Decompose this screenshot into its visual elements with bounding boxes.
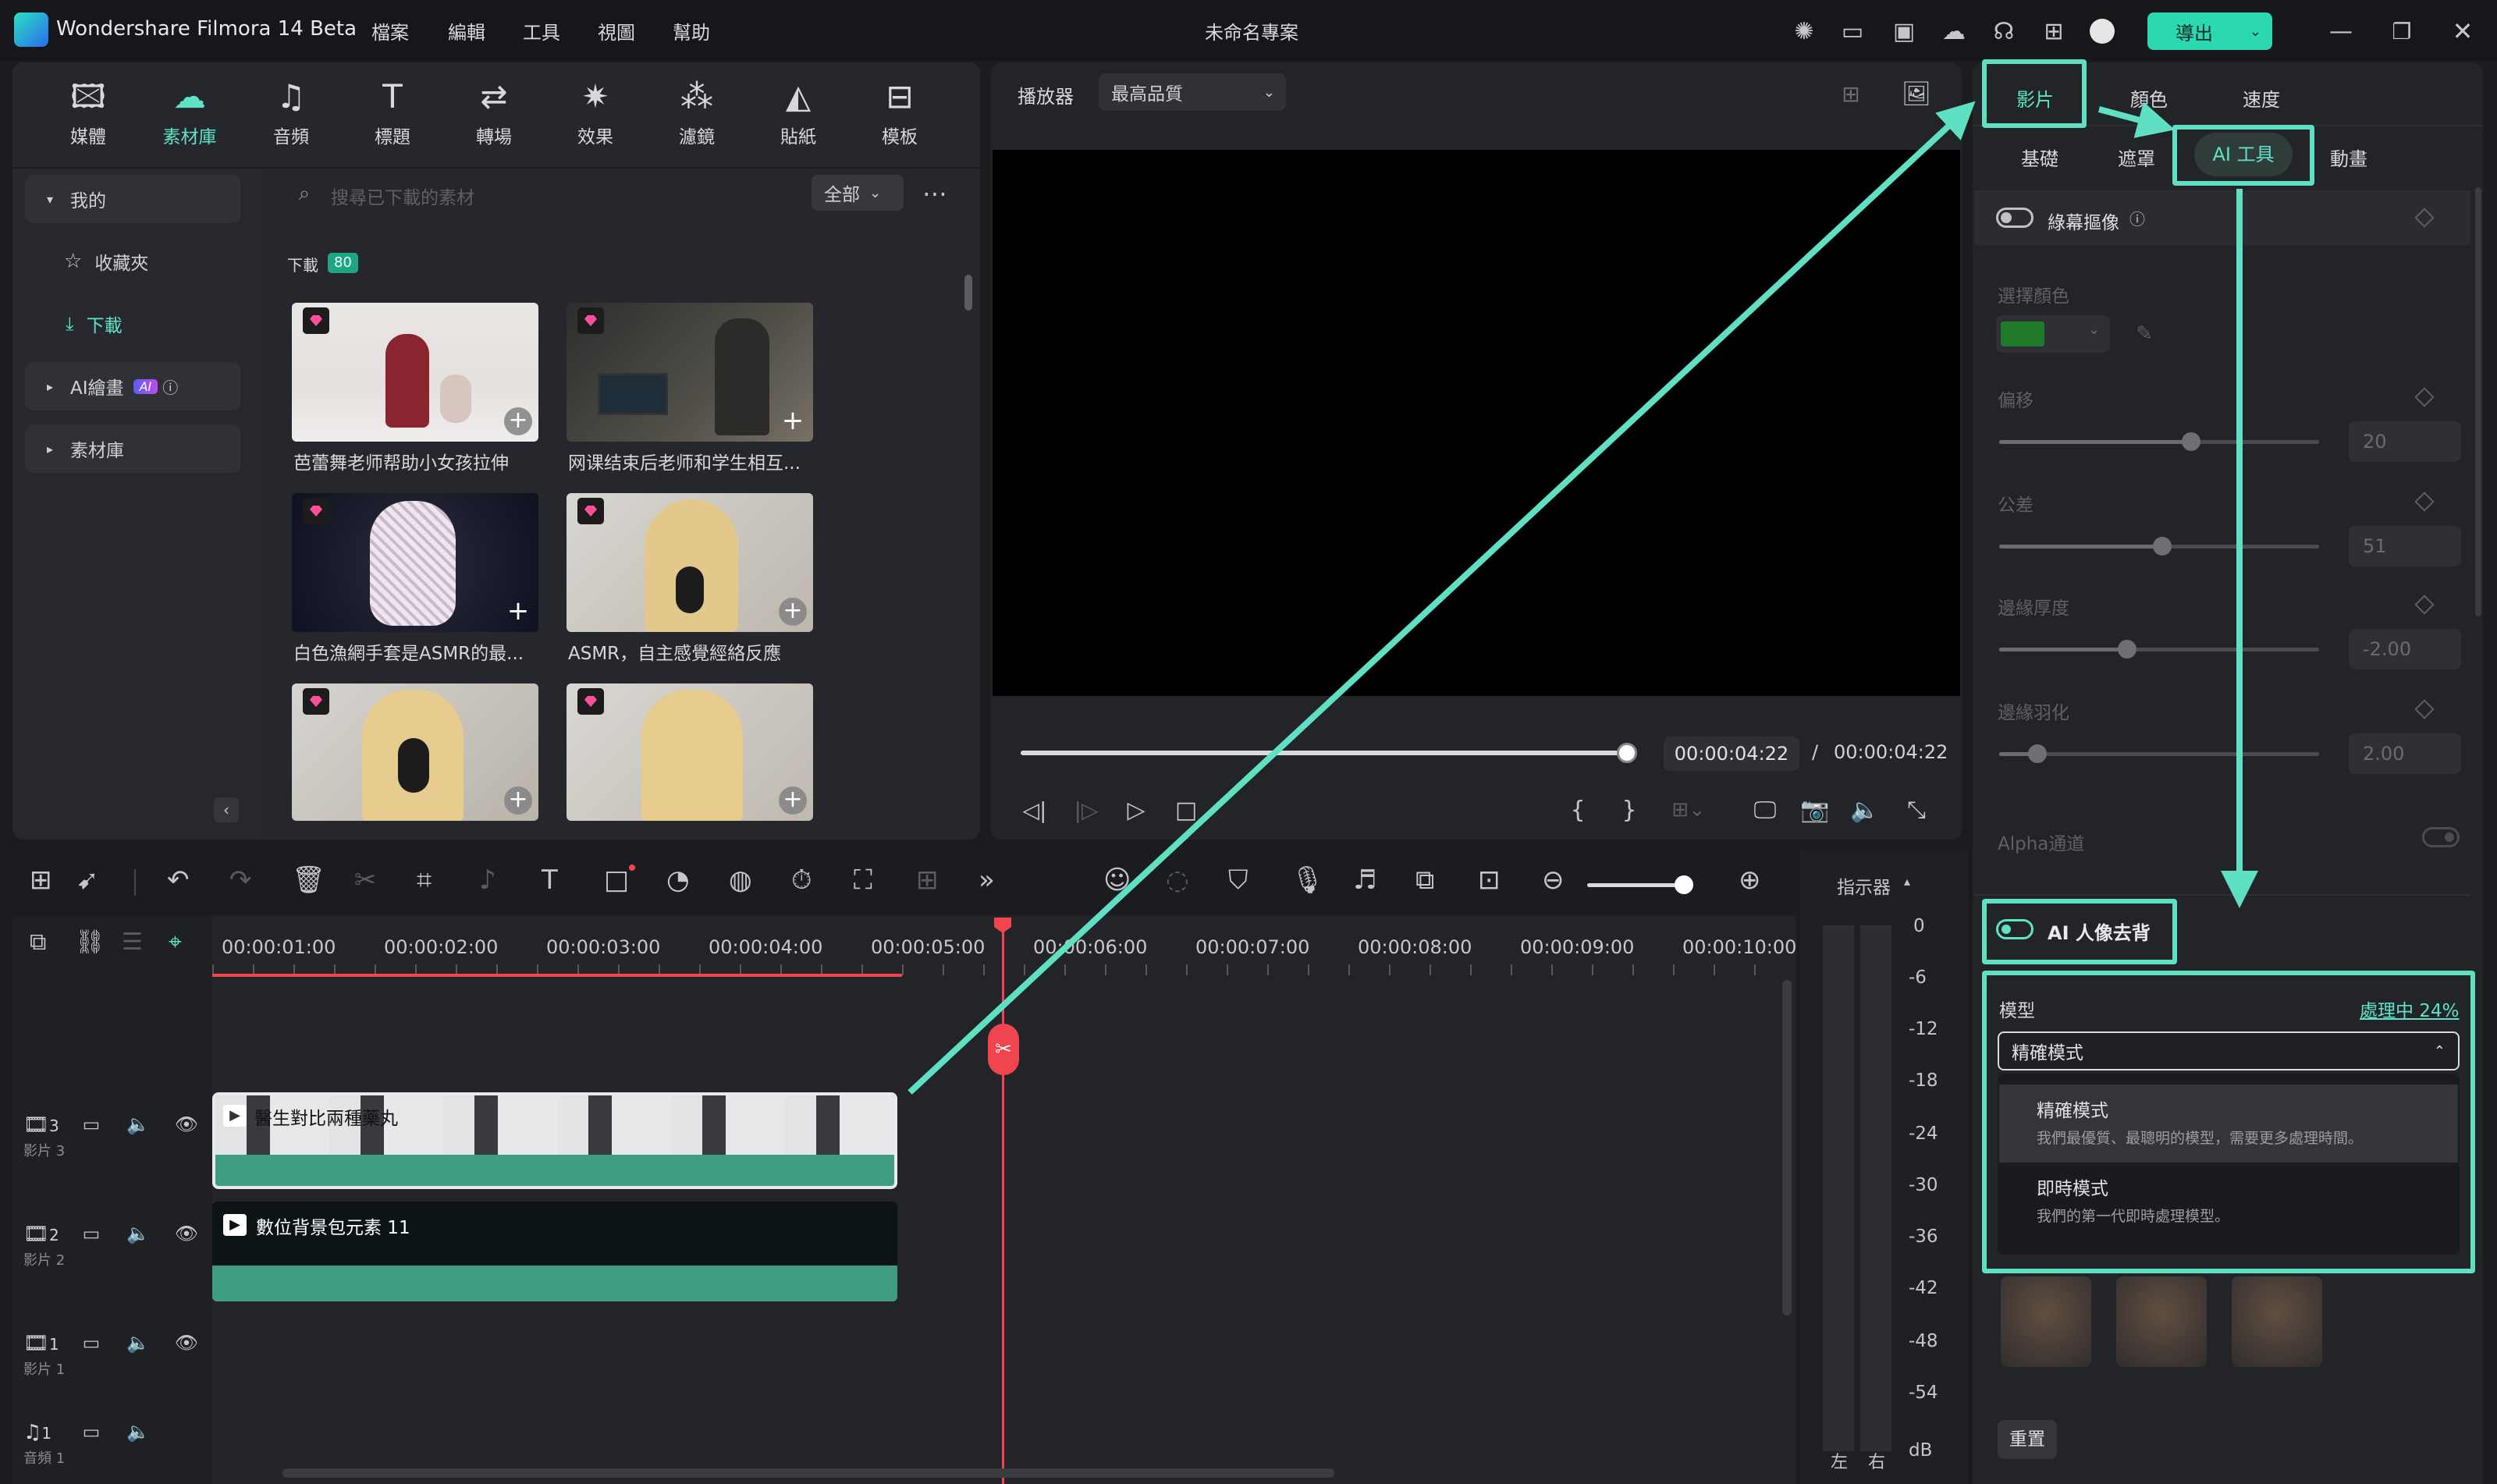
annotation-arrows [908, 101, 2258, 1095]
arrow-clip-to-video-tab [908, 101, 1976, 1095]
arrow-video-tab-to-ai-tools [2097, 101, 2176, 138]
